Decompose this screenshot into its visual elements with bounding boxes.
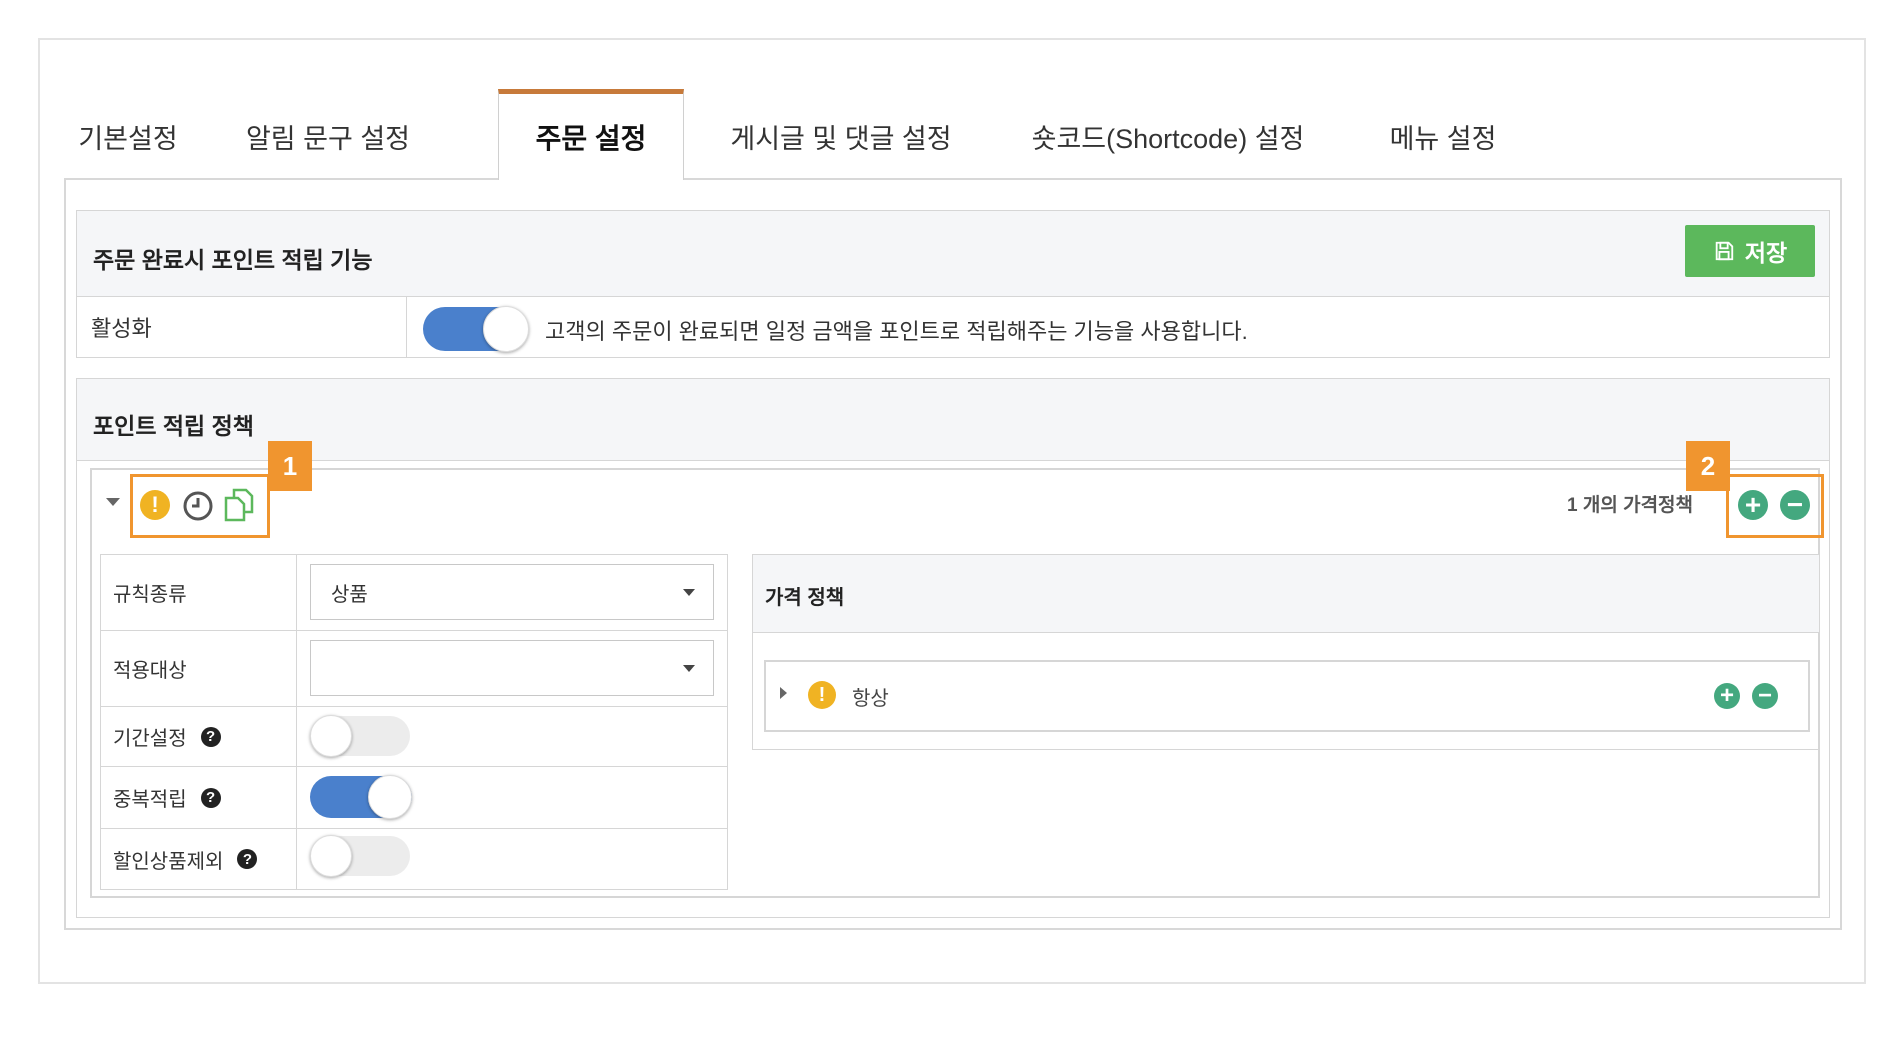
enable-label: 활성화 [77,297,407,357]
target-label: 적용대상 [101,631,297,706]
tab-basic-settings[interactable]: 기본설정 [68,92,188,180]
tab-order-settings[interactable]: 주문 설정 [498,89,684,180]
price-policy-count: 1 개의 가격정책 [1567,495,1694,516]
price-policy-title: 가격 정책 [765,587,845,609]
warning-icon[interactable]: ! [808,681,836,709]
callout-number-1: 1 [268,441,312,491]
period-toggle[interactable] [310,715,410,757]
duplicate-label-cell: 중복적립 ? [101,767,297,828]
add-price-policy-icon[interactable]: + [1714,683,1740,709]
floppy-disk-icon [1715,241,1733,261]
period-label-cell: 기간설정 ? [101,707,297,766]
enable-toggle[interactable] [423,306,529,352]
tab-posts-comments[interactable]: 게시글 및 댓글 설정 [716,92,966,180]
target-select[interactable] [310,640,714,696]
points-policy-title: 포인트 적립 정책 [93,413,254,439]
chevron-down-icon [683,665,695,672]
remove-price-policy-icon[interactable]: − [1752,683,1778,709]
exclude-sale-label-cell: 할인상품제외 ? [101,829,297,889]
rule-type-label: 규칙종류 [101,555,297,630]
duplicate-label: 중복적립 [113,789,187,811]
chevron-down-icon [683,589,695,596]
callout-box-1 [130,474,270,538]
toggle-knob [483,306,529,352]
collapse-caret-icon[interactable] [106,498,120,506]
duplicate-toggle[interactable] [310,775,412,819]
points-feature-header: 주문 완료시 포인트 적립 기능 저장 [77,211,1829,297]
toggle-knob [310,715,352,757]
exclude-sale-row: 할인상품제외 ? [101,829,727,889]
toggle-knob [310,835,352,877]
rule-type-value: 상품 [331,583,368,606]
enable-description: 고객의 주문이 완료되면 일정 금액을 포인트로 적립해주는 기능을 사용합니다… [545,319,1248,344]
tab-menu-settings[interactable]: 메뉴 설정 [1368,92,1518,180]
tab-bar: 기본설정 알림 문구 설정 주문 설정 게시글 및 댓글 설정 숏코드(Shor… [68,89,1838,180]
expand-caret-icon[interactable] [780,687,787,699]
rule-type-select[interactable]: 상품 [310,564,714,620]
points-policy-header: 포인트 적립 정책 [77,379,1829,461]
save-button[interactable]: 저장 [1685,225,1815,277]
points-feature-title: 주문 완료시 포인트 적립 기능 [93,247,373,273]
price-policy-item-label: 항상 [852,688,889,710]
help-icon[interactable]: ? [200,787,221,808]
help-icon[interactable]: ? [237,849,258,869]
duplicate-row: 중복적립 ? [101,767,727,829]
callout-box-2 [1726,474,1824,538]
tab-shortcode[interactable]: 숏코드(Shortcode) 설정 [1018,92,1318,180]
toggle-knob [368,775,412,819]
period-row: 기간설정 ? [101,707,727,767]
callout-number-2: 2 [1686,441,1730,491]
tab-notification-text[interactable]: 알림 문구 설정 [228,92,428,180]
exclude-sale-toggle[interactable] [310,835,410,877]
help-icon[interactable]: ? [200,726,221,747]
exclude-sale-label: 할인상품제외 [113,850,224,873]
save-button-label: 저장 [1744,240,1788,266]
price-policy-header: 가격 정책 [753,555,1819,633]
price-policy-item [764,660,1810,732]
period-label: 기간설정 [113,728,187,750]
